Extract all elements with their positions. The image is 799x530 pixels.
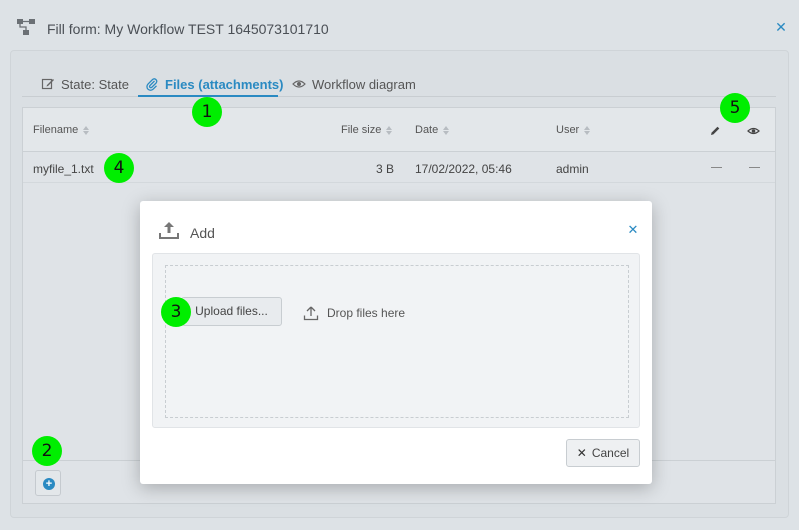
cell-filesize: 3 B — [376, 162, 395, 176]
tabs-divider — [22, 96, 776, 97]
window-title: Fill form: My Workflow TEST 164507310171… — [47, 21, 329, 37]
step-marker-1: 1 — [192, 97, 222, 127]
plus-icon: + — [43, 478, 55, 490]
cell-edit[interactable] — [711, 167, 722, 168]
cancel-button[interactable]: ✕ Cancel — [566, 439, 640, 467]
column-header-filesize[interactable]: File size — [341, 124, 393, 136]
sort-icon — [443, 125, 450, 135]
step-marker-5: 5 — [720, 93, 750, 123]
add-attachment-button[interactable]: + — [35, 470, 61, 496]
column-header-user[interactable]: User — [556, 124, 591, 136]
step-marker-2: 2 — [32, 436, 62, 466]
table-row[interactable]: myfile_1.txt 3 B 17/02/2022, 05:46 admin — [23, 153, 775, 183]
upload-icon — [159, 222, 179, 239]
sort-icon — [386, 125, 393, 135]
tab-diagram-label: Workflow diagram — [312, 76, 416, 92]
sort-icon — [584, 125, 591, 135]
close-icon: ✕ — [576, 446, 587, 460]
close-icon: ✕ — [775, 19, 787, 35]
upload-icon — [303, 306, 319, 321]
dropzone-panel — [152, 253, 640, 428]
column-header-date[interactable]: Date — [415, 124, 450, 136]
close-icon: ✕ — [627, 222, 639, 237]
window-titlebar: Fill form: My Workflow TEST 164507310171… — [0, 0, 799, 54]
dialog-title: Add — [190, 225, 215, 241]
cell-filename[interactable]: myfile_1.txt — [33, 162, 94, 176]
drop-files-label: Drop files here — [327, 306, 406, 320]
cell-view[interactable] — [749, 167, 760, 168]
tab-files-label: Files (attachments) — [165, 76, 284, 92]
sort-icon — [83, 125, 90, 135]
workflow-icon — [17, 19, 35, 35]
step-marker-3: 3 — [161, 297, 191, 327]
cell-date: 17/02/2022, 05:46 — [415, 162, 512, 176]
pencil-icon — [711, 126, 720, 135]
cancel-label: Cancel — [591, 446, 630, 460]
eye-icon — [292, 80, 306, 88]
cell-user: admin — [556, 162, 589, 176]
tab-state[interactable]: State: State — [41, 72, 129, 96]
eye-icon — [747, 127, 760, 135]
add-dialog: Add ✕ Upload files... Drop files here ✕ … — [140, 201, 652, 484]
close-dialog-button[interactable]: ✕ — [626, 223, 640, 237]
paperclip-icon — [146, 78, 158, 91]
tab-files[interactable]: Files (attachments) — [145, 72, 283, 96]
file-dropzone[interactable] — [165, 265, 629, 418]
close-window-button[interactable]: ✕ — [773, 19, 789, 35]
edit-icon — [41, 78, 54, 90]
step-marker-4: 4 — [104, 153, 134, 183]
upload-files-button[interactable]: Upload files... — [181, 297, 282, 326]
tab-state-label: State: State — [61, 76, 129, 92]
column-header-filename[interactable]: Filename — [33, 124, 90, 136]
tab-workflow-diagram[interactable]: Workflow diagram — [292, 72, 416, 96]
table-header: Filename File size Date User — [23, 108, 775, 152]
